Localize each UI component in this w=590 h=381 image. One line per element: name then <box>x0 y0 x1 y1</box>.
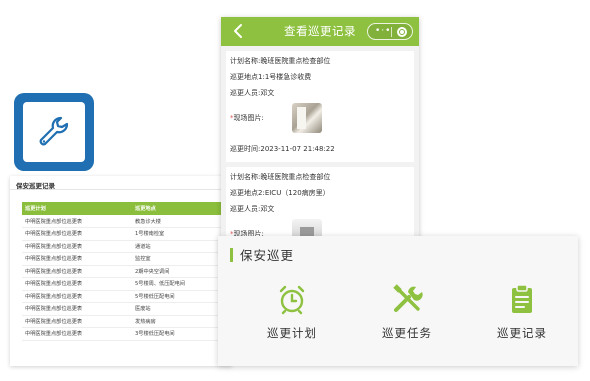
cell-plan: 中明医院重点部位巡更表 <box>22 227 132 241</box>
table-row[interactable]: 中明医院重点部位巡更表 发热病房 <box>22 315 226 328</box>
cell-location: 监控室 <box>132 252 226 266</box>
mobile-header: 查看巡更记录 •·• <box>221 17 419 46</box>
person-label: 巡更人员: <box>230 89 261 97</box>
person-label: 巡更人员: <box>230 205 261 213</box>
table-row[interactable]: 中明医院重点部位巡更表 2期中央空调间 <box>22 265 226 278</box>
time-value: 2023-11-07 21:48:22 <box>260 145 335 153</box>
cell-plan: 中明医院重点部位巡更表 <box>22 265 132 278</box>
cell-plan: 中明医院重点部位巡更表 <box>22 215 132 228</box>
table-row[interactable]: 中明医院重点部位巡更表 5号楼周、低压配电间 <box>22 277 226 291</box>
photo-label-wrap: *现场图片: <box>230 114 264 122</box>
record-time: 巡更时间:2023-11-07 21:48:22 <box>230 141 414 157</box>
table-row[interactable]: 中明医院重点部位巡更表 5号楼低压配电间 <box>22 290 226 303</box>
plan-label: 计划名称: <box>230 173 261 181</box>
patrol-record-table: 巡更计划 巡更地点 中明医院重点部位巡更表 教急诊大楼 中明医院重点部位巡更表 1号… <box>22 202 226 341</box>
cell-location: 3号楼低压配电间 <box>132 327 226 341</box>
patrol-task-button[interactable]: 巡更任务 <box>357 282 457 341</box>
panel-title: 保安巡更 <box>240 248 295 263</box>
mobile-record-screen: 查看巡更记录 •·• 计划名称:晚班医院重点检查部位 巡更地点1:1号楼急诊收费… <box>221 17 419 257</box>
location-label: 巡更地点2: <box>230 189 265 197</box>
table-row[interactable]: 中明医院重点部位巡更表 通道站 <box>22 240 226 253</box>
table-row[interactable]: 中明医院重点部位巡更表 医废站 <box>22 302 226 316</box>
time-label: 巡更时间: <box>230 145 261 153</box>
cell-location: 发热病房 <box>132 315 226 328</box>
cell-location: 5号楼周、低压配电间 <box>132 277 226 291</box>
cell-plan: 中明医院重点部位巡更表 <box>22 302 132 316</box>
patrol-record-button[interactable]: 巡更记录 <box>472 282 572 341</box>
wrench-icon <box>39 116 69 146</box>
cell-location: 教急诊大楼 <box>132 215 226 228</box>
cell-location: 通道站 <box>132 240 226 253</box>
table-row[interactable]: 中明医院重点部位巡更表 监控室 <box>22 252 226 266</box>
cell-plan: 中明医院重点部位巡更表 <box>22 252 132 266</box>
section-accent-bar <box>230 248 233 262</box>
column-header-plan: 巡更计划 <box>22 202 132 215</box>
patrol-record-label: 巡更记录 <box>497 326 547 340</box>
table-row[interactable]: 中明医院重点部位巡更表 1号楼南检室 <box>22 227 226 241</box>
patrol-plan-button[interactable]: 巡更计划 <box>242 282 342 341</box>
record-location: 巡更地点2:EICU（120病房里） <box>230 185 414 201</box>
record-person: 巡更人员:邓文 <box>230 201 414 217</box>
capsule-divider <box>391 27 392 37</box>
cell-location: 2期中央空调间 <box>132 265 226 278</box>
person-value: 邓文 <box>260 89 275 97</box>
cell-location: 医废站 <box>132 302 226 316</box>
more-dots-icon[interactable]: •·• <box>375 26 391 36</box>
target-circle-icon[interactable] <box>397 27 407 37</box>
scene-photo-thumbnail[interactable] <box>292 103 322 133</box>
cell-plan: 中明医院重点部位巡更表 <box>22 240 132 253</box>
location-value: EICU（120病房里） <box>264 189 330 197</box>
location-value: 1号楼急诊收费 <box>264 73 312 81</box>
app-tile-face <box>23 102 85 162</box>
patrol-record-table-window: 保安巡更记录 巡更计划 巡更地点 中明医院重点部位巡更表 教急诊大楼 中明医院重点… <box>10 176 232 366</box>
table-header-row: 巡更计划 巡更地点 <box>22 202 226 215</box>
table-row[interactable]: 中明医院重点部位巡更表 3号楼低压配电间 <box>22 327 226 341</box>
patrol-task-label: 巡更任务 <box>382 326 432 340</box>
alarm-clock-icon <box>279 285 305 315</box>
clipboard-icon <box>512 284 532 313</box>
record-plan: 计划名称:晚班医院重点检查部位 <box>230 169 414 185</box>
security-patrol-panel: 保安巡更 巡更计划 巡更任务 巡更记录 <box>218 236 578 366</box>
table-row[interactable]: 中明医院重点部位巡更表 教急诊大楼 <box>22 215 226 228</box>
record-plan: 计划名称:晚班医院重点检查部位 <box>230 53 414 69</box>
cell-plan: 中明医院重点部位巡更表 <box>22 315 132 328</box>
app-tile[interactable] <box>14 93 94 171</box>
mini-program-capsule: •·• <box>367 23 413 40</box>
patrol-record-card[interactable]: 计划名称:晚班医院重点检查部位 巡更地点1:1号楼急诊收费 巡更人员:邓文 *现… <box>226 51 414 162</box>
plan-value: 晚班医院重点检查部位 <box>260 173 331 181</box>
record-person: 巡更人员:邓文 <box>230 85 414 101</box>
column-header-location: 巡更地点 <box>132 202 226 215</box>
photo-label: 现场图片: <box>233 114 264 122</box>
cell-plan: 中明医院重点部位巡更表 <box>22 277 132 291</box>
cell-plan: 中明医院重点部位巡更表 <box>22 290 132 303</box>
tools-icon <box>393 284 423 312</box>
record-photo-row: *现场图片: <box>230 101 414 141</box>
table-window-title: 保安巡更记录 <box>10 176 232 190</box>
plan-value: 晚班医院重点检查部位 <box>260 57 331 65</box>
record-location: 巡更地点1:1号楼急诊收费 <box>230 69 414 85</box>
cell-location: 5号楼低压配电间 <box>132 290 226 303</box>
person-value: 邓文 <box>260 205 275 213</box>
plan-label: 计划名称: <box>230 57 261 65</box>
patrol-plan-label: 巡更计划 <box>267 326 317 340</box>
cell-location: 1号楼南检室 <box>132 227 226 241</box>
location-label: 巡更地点1: <box>230 73 265 81</box>
cell-plan: 中明医院重点部位巡更表 <box>22 327 132 341</box>
